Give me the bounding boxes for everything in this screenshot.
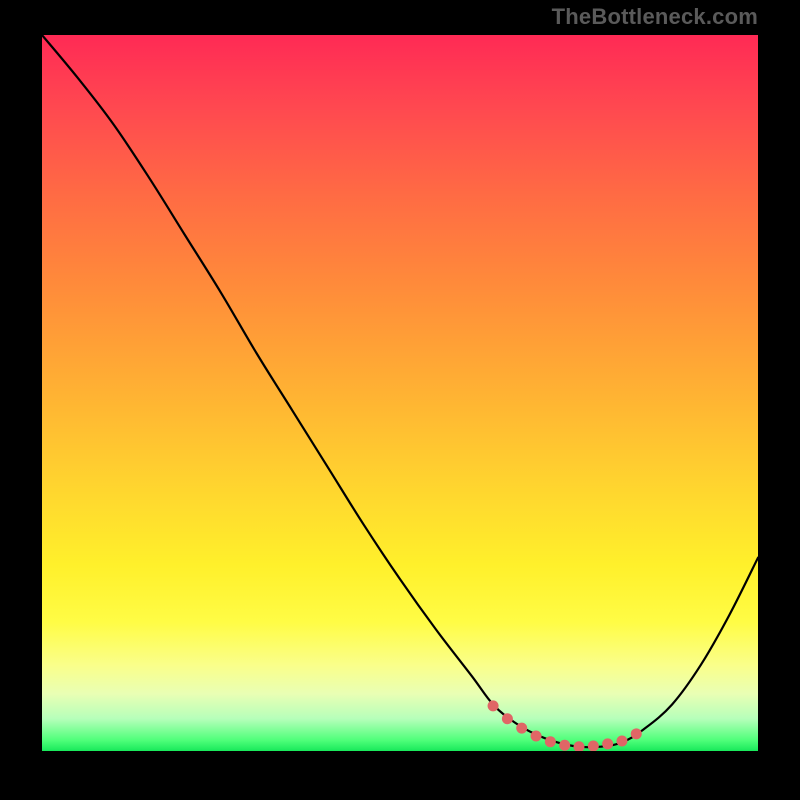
plot-area xyxy=(42,35,758,751)
watermark-link[interactable]: TheBottleneck.com xyxy=(552,4,758,30)
optimal-marker xyxy=(631,728,642,739)
optimal-marker xyxy=(545,736,556,747)
optimal-marker xyxy=(502,713,513,724)
optimal-marker xyxy=(488,700,499,711)
optimal-marker xyxy=(602,738,613,749)
optimal-marker xyxy=(588,740,599,751)
optimal-marker xyxy=(516,723,527,734)
chart-frame xyxy=(42,35,758,751)
optimal-marker xyxy=(559,740,570,751)
gradient-background xyxy=(42,35,758,751)
bottleneck-chart-svg xyxy=(42,35,758,751)
optimal-marker xyxy=(531,730,542,741)
optimal-marker xyxy=(616,735,627,746)
